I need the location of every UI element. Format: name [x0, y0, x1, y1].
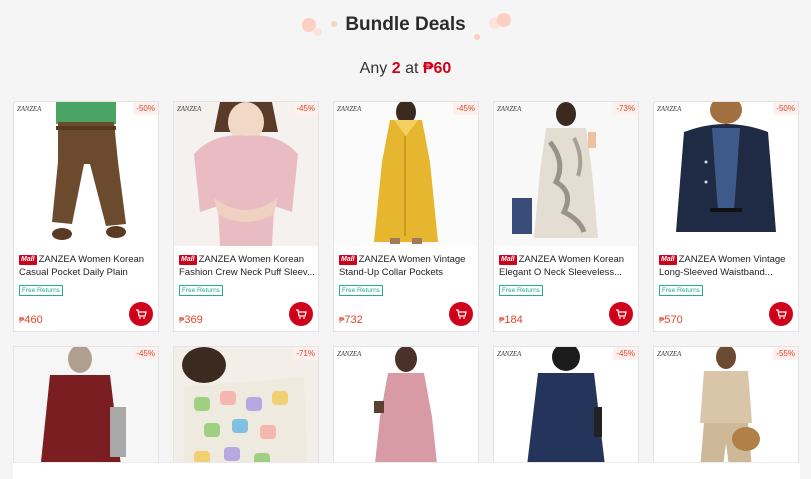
product-image[interactable]: ZANZEA -45% — [334, 102, 478, 246]
free-returns-tag: Free Returns — [659, 285, 703, 296]
product-title: ZANZEA Women Vintage Long-Sleeved Waistb… — [659, 254, 786, 278]
price-value: 732 — [344, 314, 363, 326]
discount-badge: -50% — [133, 102, 158, 115]
offer-prefix: Any — [359, 60, 388, 77]
product-image[interactable]: ZANZEA -50% — [654, 102, 798, 246]
product-image[interactable]: ZANZEA -50% — [14, 102, 158, 246]
product-card[interactable]: ZANZEA -45% — [493, 346, 639, 476]
bundle-offer: Any 2 at ₱60 — [0, 60, 811, 78]
brand-logo: ZANZEA — [657, 350, 682, 358]
page-title: Bundle Deals — [345, 14, 466, 35]
product-card[interactable]: ZANZEA -55% — [653, 346, 799, 476]
product-name[interactable]: Mall ZANZEA Women Vintage Long-Sleeved Wa… — [659, 253, 795, 279]
mall-badge: Mall — [659, 255, 677, 265]
mall-badge: Mall — [499, 255, 517, 265]
product-name[interactable]: Mall ZANZEA Women Korean Fashion Crew Nec… — [179, 253, 315, 279]
discount-badge: -50% — [773, 102, 798, 115]
product-title: ZANZEA Women Korean Fashion Crew Neck Pu… — [179, 254, 315, 278]
brand-logo: ZANZEA — [337, 105, 362, 113]
add-to-cart-button[interactable] — [449, 302, 473, 326]
product-card[interactable]: ZANZEA -50% Mall ZANZEA Women Vintage Lon… — [653, 101, 799, 332]
product-price: ₱570 — [659, 314, 683, 326]
free-returns-tag: Free Returns — [19, 285, 63, 296]
product-card[interactable]: ZANZEA -45% Mall ZANZEA Women Korean Fash… — [173, 101, 319, 332]
offer-count: 2 — [391, 60, 401, 77]
brand-logo: ZANZEA — [337, 350, 362, 358]
product-image[interactable]: -45% — [14, 347, 158, 475]
add-to-cart-button[interactable] — [129, 302, 153, 326]
offer-mid: at — [405, 60, 419, 77]
product-image[interactable]: ZANZEA -73% — [494, 102, 638, 246]
bundle-deals-header: Bundle Deals Any 2 at ₱60 — [0, 0, 811, 95]
free-returns-tag: Free Returns — [179, 285, 223, 296]
product-image[interactable]: ZANZEA -55% — [654, 347, 798, 475]
product-price: ₱460 — [19, 314, 43, 326]
product-image[interactable]: ZANZEA -45% — [494, 347, 638, 475]
cart-icon — [456, 309, 467, 319]
product-card[interactable]: ZANZEA — [333, 346, 479, 476]
product-card[interactable]: ZANZEA -45% Mall ZANZEA Women Vintage Sta… — [333, 101, 479, 332]
product-card[interactable]: -45% — [13, 346, 159, 476]
cart-icon — [616, 309, 627, 319]
product-name[interactable]: Mall ZANZEA Women Vintage Stand-Up Collar… — [339, 253, 475, 279]
product-image[interactable]: -71% — [174, 347, 318, 475]
product-image[interactable]: ZANZEA -45% — [174, 102, 318, 246]
product-title: ZANZEA Women Korean Elegant O Neck Sleev… — [499, 254, 625, 278]
product-name[interactable]: Mall ZANZEA Women Korean Casual Pocket Da… — [19, 253, 155, 279]
offer-price: ₱60 — [422, 60, 452, 77]
price-value: 570 — [664, 314, 683, 326]
product-title: ZANZEA Women Korean Casual Pocket Daily … — [19, 254, 145, 278]
product-title: ZANZEA Women Vintage Stand-Up Collar Poc… — [339, 254, 466, 278]
product-image[interactable]: ZANZEA — [334, 347, 478, 475]
product-price: ₱732 — [339, 314, 363, 326]
cart-icon — [296, 309, 307, 319]
add-to-cart-button[interactable] — [609, 302, 633, 326]
free-returns-tag: Free Returns — [499, 285, 543, 296]
cart-icon — [776, 309, 787, 319]
discount-badge: -55% — [773, 347, 798, 360]
discount-badge: -73% — [613, 102, 638, 115]
price-value: 460 — [24, 314, 43, 326]
price-value: 369 — [184, 314, 203, 326]
discount-badge: -45% — [293, 102, 318, 115]
product-price: ₱369 — [179, 314, 203, 326]
product-card[interactable]: -71% — [173, 346, 319, 476]
cart-icon — [136, 309, 147, 319]
mall-badge: Mall — [179, 255, 197, 265]
mall-badge: Mall — [339, 255, 357, 265]
free-returns-tag: Free Returns — [339, 285, 383, 296]
brand-logo: ZANZEA — [177, 105, 202, 113]
brand-logo: ZANZEA — [497, 350, 522, 358]
discount-badge: -71% — [293, 347, 318, 360]
discount-badge: -45% — [133, 347, 158, 360]
brand-logo: ZANZEA — [657, 105, 682, 113]
product-price: ₱184 — [499, 314, 523, 326]
mall-badge: Mall — [19, 255, 37, 265]
product-name[interactable]: Mall ZANZEA Women Korean Elegant O Neck S… — [499, 253, 635, 279]
add-to-cart-button[interactable] — [769, 302, 793, 326]
product-card[interactable]: ZANZEA -73% Mall ZANZEA Women Korean Eleg… — [493, 101, 639, 332]
price-value: 184 — [504, 314, 523, 326]
add-to-cart-button[interactable] — [289, 302, 313, 326]
brand-logo: ZANZEA — [497, 105, 522, 113]
discount-badge: -45% — [453, 102, 478, 115]
discount-badge: -45% — [613, 347, 638, 360]
brand-logo: ZANZEA — [17, 105, 42, 113]
product-card[interactable]: ZANZEA -50% Mall ZANZEA Women Korean Casu… — [13, 101, 159, 332]
bottom-panel — [13, 462, 800, 479]
